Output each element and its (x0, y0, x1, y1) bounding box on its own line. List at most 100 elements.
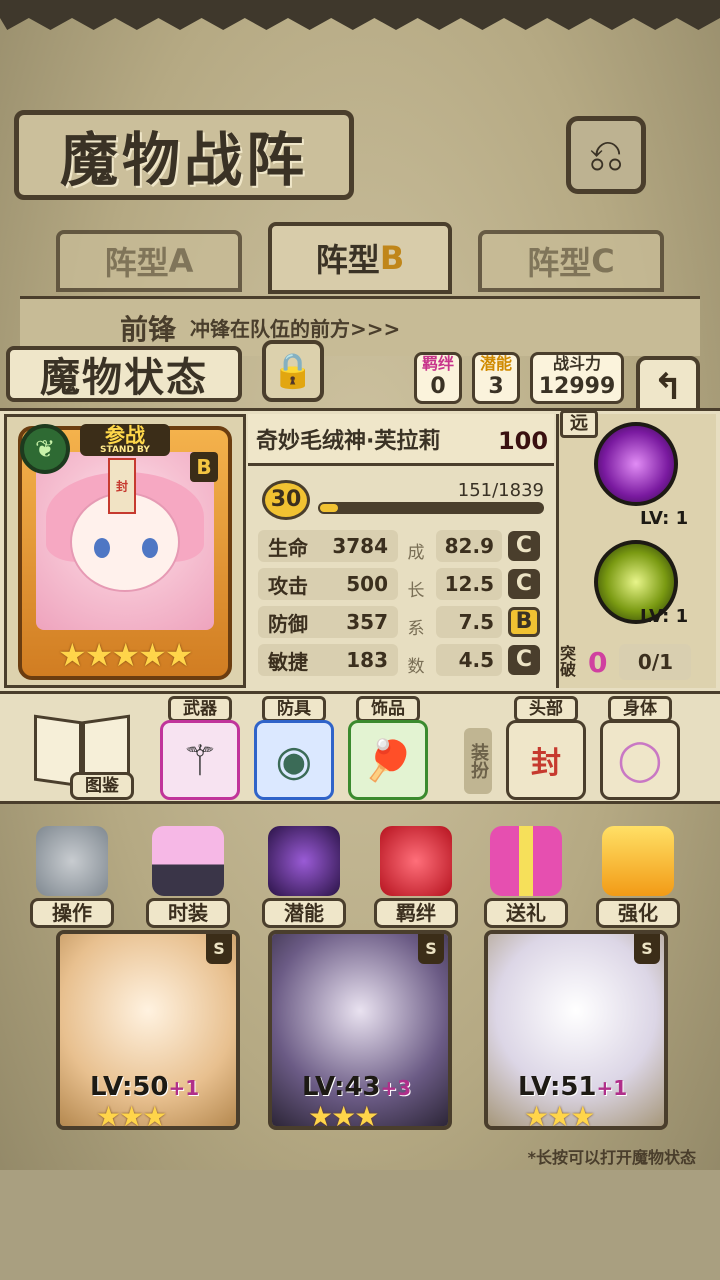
stat-name: 敏捷 (268, 649, 308, 674)
tab-formation-c[interactable]: 阵型 C (478, 230, 664, 292)
exp-bar (318, 502, 544, 514)
tab-label: 阵型 (315, 241, 380, 279)
grade-hp: C (508, 531, 540, 561)
kendama-icon: 🏓 (363, 737, 413, 784)
lock-button[interactable]: 🔒 (262, 340, 324, 402)
roster-stars: ★★★ (308, 1100, 379, 1130)
level-badge: 30 (262, 480, 310, 520)
tab-letter: A (168, 242, 194, 280)
eye-left (94, 538, 110, 558)
roster-level: LV:43+3 (302, 1072, 411, 1102)
gear-icon (36, 826, 108, 896)
exp-fill (320, 504, 339, 512)
accessory-slot[interactable]: 🏓 (348, 720, 428, 800)
growth-char: 数 (407, 657, 425, 677)
roster-rank: S (206, 934, 232, 964)
action-label: 羁绊 (374, 898, 458, 928)
action-label: 强化 (596, 898, 680, 928)
affection-heart: 100 (494, 418, 552, 464)
tab-formation-a[interactable]: 阵型 A (56, 230, 242, 292)
grade-atk: C (508, 569, 540, 599)
growth-char: 成 (407, 543, 425, 563)
lock-icon: 🔒 (271, 351, 315, 391)
tab-formation-b[interactable]: 阵型 B (268, 222, 452, 294)
bond-box: 羁绊 0 (414, 352, 462, 404)
armor-slot[interactable]: ◉ (254, 720, 334, 800)
action-bond[interactable]: 羁绊 (372, 826, 460, 928)
standby-text: 参战 (105, 423, 145, 447)
demon-icon (268, 826, 340, 896)
roster-card[interactable]: S LV:50+1 ★★★ (56, 930, 240, 1130)
grade-def: B (508, 607, 540, 637)
breakthrough-count: 0 (588, 645, 608, 679)
growth-atk: 12.5 (436, 568, 502, 600)
roster-card[interactable]: S LV:43+3 ★★★ (268, 930, 452, 1130)
stat-hp: 生命 3784 (258, 530, 398, 562)
stat-name: 生命 (268, 535, 308, 560)
action-potential[interactable]: 潜能 (260, 826, 348, 928)
grade-agi: C (508, 645, 540, 675)
level-plus: +1 (168, 1076, 200, 1100)
monster-card[interactable]: 封 参战 STAND BY B ❦ ★★★★★ (18, 424, 232, 680)
growth-agi: 4.5 (436, 644, 502, 676)
skill2-level: LV: 1 (640, 606, 689, 627)
star-rating: ★★★★★ (58, 636, 193, 674)
power-label: 战斗力 (552, 354, 601, 373)
standby-badge: 参战 STAND BY (80, 424, 170, 456)
power-value: 12999 (538, 374, 616, 399)
talisman: 封 (108, 458, 136, 514)
action-fashion[interactable]: 时装 (144, 826, 232, 928)
page-title: 魔物战阵 (14, 110, 354, 200)
tab-label: 阵型 (104, 244, 169, 282)
growth-def: 7.5 (436, 606, 502, 638)
level-plus: +3 (380, 1076, 412, 1100)
roster-stars: ★★★ (96, 1100, 167, 1130)
hearts-icon (380, 826, 452, 896)
talisman-icon: 封 (531, 746, 561, 781)
roster-rank: S (418, 934, 444, 964)
body-slot[interactable]: ◯ (600, 720, 680, 800)
range-badge: 远 (560, 410, 598, 438)
breakthrough-progress: 0/1 (619, 644, 692, 680)
stat-value: 357 (346, 610, 388, 634)
weapon-slot[interactable]: ⚚ (160, 720, 240, 800)
stat-value: 3784 (332, 534, 388, 558)
action-label: 潜能 (262, 898, 346, 928)
level-text: LV:50 (90, 1072, 169, 1102)
long-press-hint: *长按可以打开魔物状态 (527, 1148, 696, 1167)
body-label: 身体 (608, 696, 672, 722)
back-button[interactable]: ⎌ (566, 116, 646, 194)
status-title: 魔物状态 (6, 346, 242, 402)
bond-label: 羁绊 (421, 354, 454, 373)
stat-name: 攻击 (268, 573, 308, 598)
action-label: 送礼 (484, 898, 568, 928)
outfit-icon (152, 826, 224, 896)
roster-stars: ★★★ (524, 1100, 595, 1130)
star-burst-icon[interactable] (594, 422, 678, 506)
handbook-button[interactable]: 图鉴 (30, 712, 134, 800)
stat-value: 500 (346, 572, 388, 596)
leaf-element-icon: ❦ (20, 424, 70, 474)
tab-label: 阵型 (527, 244, 592, 282)
head-label: 头部 (514, 696, 578, 722)
tab-letter: B (379, 239, 405, 277)
scythe-icon: ⚚ (181, 735, 219, 785)
rank-badge: B (190, 452, 218, 482)
standby-en: STAND BY (100, 445, 150, 455)
action-gift[interactable]: 送礼 (482, 826, 570, 928)
front-row-label: 前锋 (120, 312, 177, 346)
head-slot[interactable]: 封 (506, 720, 586, 800)
front-row-desc: 冲锋在队伍的前方>>> (190, 317, 401, 341)
gift-icon (490, 826, 562, 896)
action-operate[interactable]: 操作 (28, 826, 116, 928)
bond-value: 0 (430, 374, 446, 399)
breakthrough-label: 突破 (560, 644, 577, 679)
action-label: 操作 (30, 898, 114, 928)
monster-portrait: 封 (36, 452, 214, 630)
stat-value: 183 (346, 648, 388, 672)
roster-card[interactable]: S LV:51+1 ★★★ (484, 930, 668, 1130)
roster-level: LV:51+1 (518, 1072, 627, 1102)
eye-right (142, 538, 158, 558)
roster-level: LV:50+1 (90, 1072, 199, 1102)
action-enhance[interactable]: 强化 (594, 826, 682, 928)
